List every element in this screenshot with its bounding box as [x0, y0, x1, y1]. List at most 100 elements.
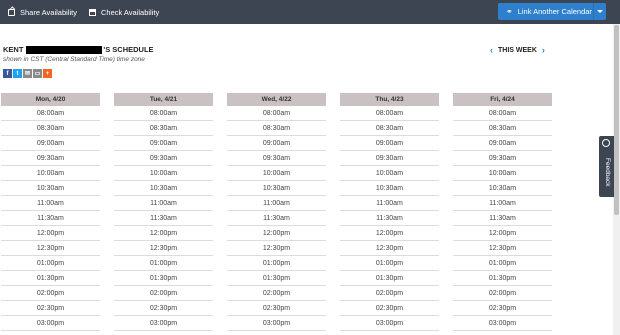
time-slot[interactable]: 08:00am	[1, 106, 100, 121]
time-slot[interactable]: 03:00pm	[114, 316, 213, 331]
time-slot[interactable]: 01:30pm	[1, 271, 100, 286]
time-slot[interactable]: 02:00pm	[114, 286, 213, 301]
time-slot[interactable]: 10:30am	[114, 181, 213, 196]
check-availability-label: Check Availability	[101, 7, 160, 17]
time-slot[interactable]: 01:00pm	[453, 256, 552, 271]
next-week-chevron-icon[interactable]: ›	[542, 45, 545, 55]
plus-icon[interactable]: +	[43, 69, 52, 78]
time-slot[interactable]: 01:00pm	[227, 256, 326, 271]
time-slot[interactable]: 03:00pm	[1, 316, 100, 331]
time-slot[interactable]: 09:00am	[340, 136, 439, 151]
time-slot[interactable]: 01:00pm	[114, 256, 213, 271]
calendar-icon	[89, 8, 96, 16]
time-slot[interactable]: 10:00am	[1, 166, 100, 181]
time-slot[interactable]: 12:30pm	[114, 241, 213, 256]
time-slot[interactable]: 11:30am	[453, 211, 552, 226]
time-slot[interactable]: 11:30am	[340, 211, 439, 226]
twitter-icon[interactable]: t	[13, 69, 22, 78]
time-slot[interactable]: 02:00pm	[340, 286, 439, 301]
check-availability-button[interactable]: Check Availability	[89, 0, 159, 24]
time-slot[interactable]: 10:30am	[340, 181, 439, 196]
time-slot[interactable]: 12:00pm	[340, 226, 439, 241]
time-slot[interactable]: 09:30am	[227, 151, 326, 166]
email-icon[interactable]: ✉	[23, 69, 32, 78]
time-slot[interactable]: 10:30am	[1, 181, 100, 196]
time-slot[interactable]: 09:30am	[340, 151, 439, 166]
time-slot[interactable]: 11:30am	[1, 211, 100, 226]
time-slot[interactable]: 12:30pm	[1, 241, 100, 256]
time-slot[interactable]: 12:00pm	[1, 226, 100, 241]
time-slot[interactable]: 03:00pm	[227, 316, 326, 331]
time-slot[interactable]: 02:30pm	[453, 301, 552, 316]
time-slot[interactable]: 11:00am	[340, 196, 439, 211]
time-slot[interactable]: 12:00pm	[453, 226, 552, 241]
time-slot[interactable]: 01:30pm	[453, 271, 552, 286]
time-slot[interactable]: 08:00am	[227, 106, 326, 121]
share-icon	[8, 8, 15, 16]
time-slot[interactable]: 12:00pm	[114, 226, 213, 241]
time-slot[interactable]: 02:30pm	[227, 301, 326, 316]
feedback-label: Feedback	[604, 158, 611, 187]
time-slot[interactable]: 10:00am	[340, 166, 439, 181]
time-slot[interactable]: 11:00am	[1, 196, 100, 211]
time-slot[interactable]: 01:30pm	[227, 271, 326, 286]
owner-suffix: 'S SCHEDULE	[103, 45, 154, 54]
time-slot[interactable]: 08:30am	[1, 121, 100, 136]
timezone-note: shown in CST (Central Standard Time) tim…	[3, 56, 145, 63]
time-slot[interactable]: 10:30am	[227, 181, 326, 196]
day-header: Wed, 4/22	[227, 93, 326, 106]
time-slot[interactable]: 02:30pm	[114, 301, 213, 316]
time-slot[interactable]: 08:00am	[453, 106, 552, 121]
time-slot[interactable]: 02:00pm	[453, 286, 552, 301]
scrollbar-thumb[interactable]	[614, 25, 619, 215]
time-slot[interactable]: 09:00am	[227, 136, 326, 151]
owner-prefix: KENT	[3, 45, 24, 54]
time-slot[interactable]: 08:00am	[340, 106, 439, 121]
time-slot[interactable]: 11:30am	[114, 211, 213, 226]
time-slot[interactable]: 01:30pm	[340, 271, 439, 286]
time-slot[interactable]: 01:00pm	[1, 256, 100, 271]
time-slot[interactable]: 02:00pm	[227, 286, 326, 301]
time-slot[interactable]: 12:30pm	[453, 241, 552, 256]
previous-week-chevron-icon[interactable]: ‹	[490, 45, 493, 55]
time-slot[interactable]: 09:30am	[1, 151, 100, 166]
time-slot[interactable]: 12:30pm	[227, 241, 326, 256]
time-slot[interactable]: 03:00pm	[453, 316, 552, 331]
time-slot[interactable]: 02:30pm	[1, 301, 100, 316]
facebook-icon[interactable]: f	[3, 69, 12, 78]
time-slot[interactable]: 02:30pm	[340, 301, 439, 316]
time-slot[interactable]: 11:30am	[227, 211, 326, 226]
time-slot[interactable]: 01:30pm	[114, 271, 213, 286]
time-slot[interactable]: 11:00am	[227, 196, 326, 211]
time-slot[interactable]: 10:00am	[227, 166, 326, 181]
time-slot[interactable]: 08:30am	[340, 121, 439, 136]
time-slot[interactable]: 08:00am	[114, 106, 213, 121]
time-slot[interactable]: 10:00am	[114, 166, 213, 181]
time-slot[interactable]: 09:00am	[453, 136, 552, 151]
feedback-tab[interactable]: Feedback	[599, 136, 614, 197]
week-label: THIS WEEK	[498, 46, 537, 54]
time-slot[interactable]: 11:00am	[114, 196, 213, 211]
dropdown-caret-icon[interactable]	[593, 3, 606, 20]
day-header: Fri, 4/24	[453, 93, 552, 106]
time-slot[interactable]: 02:00pm	[1, 286, 100, 301]
week-navigator: ‹ THIS WEEK ›	[490, 45, 545, 55]
time-slot[interactable]: 10:30am	[453, 181, 552, 196]
time-slot[interactable]: 12:00pm	[227, 226, 326, 241]
time-slot[interactable]: 08:30am	[227, 121, 326, 136]
time-slot[interactable]: 09:30am	[453, 151, 552, 166]
time-slot[interactable]: 03:00pm	[340, 316, 439, 331]
time-slot[interactable]: 08:30am	[114, 121, 213, 136]
time-slot[interactable]: 08:30am	[453, 121, 552, 136]
sms-icon[interactable]: ▭	[33, 69, 42, 78]
time-slot[interactable]: 09:30am	[114, 151, 213, 166]
time-slot[interactable]: 10:00am	[453, 166, 552, 181]
link-another-calendar-button[interactable]: ⚭ Link Another Calendar	[498, 3, 606, 20]
time-slot[interactable]: 11:00am	[453, 196, 552, 211]
share-availability-button[interactable]: Share Availability	[8, 0, 77, 24]
day-column: Thu, 4/23 08:00am 08:30am 09:00am 09:30am 10:…	[340, 93, 439, 331]
time-slot[interactable]: 12:30pm	[340, 241, 439, 256]
time-slot[interactable]: 09:00am	[114, 136, 213, 151]
time-slot[interactable]: 09:00am	[1, 136, 100, 151]
time-slot[interactable]: 01:00pm	[340, 256, 439, 271]
